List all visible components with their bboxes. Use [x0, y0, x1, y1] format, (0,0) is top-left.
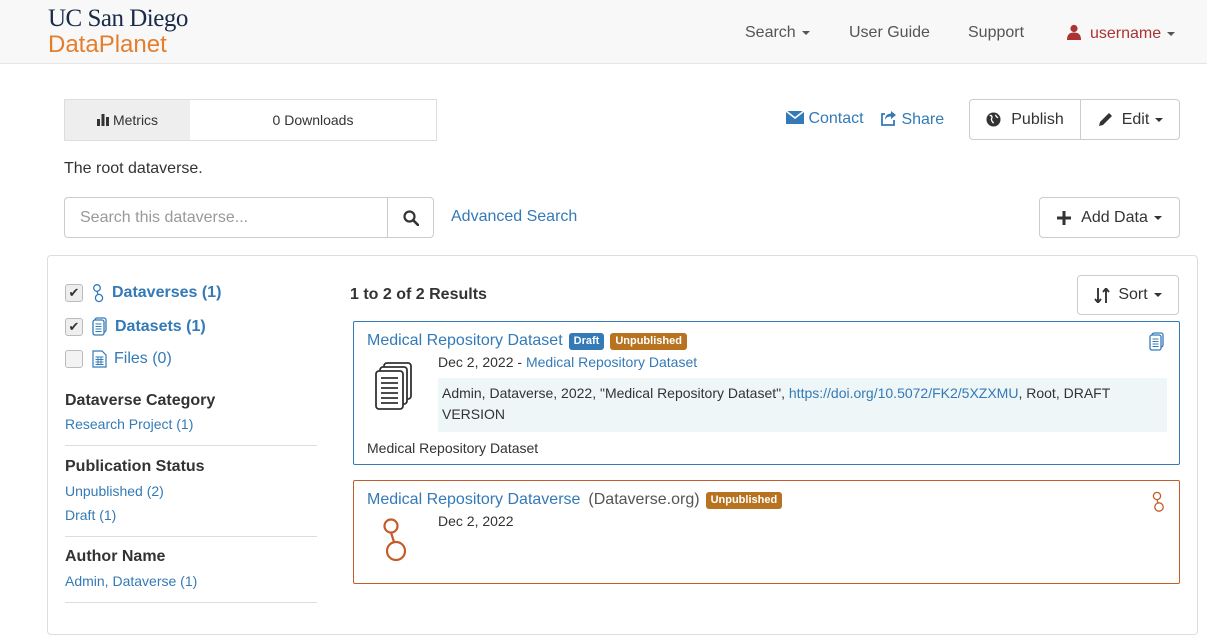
add-data-label: Add Data [1081, 208, 1148, 226]
chevron-down-icon [1155, 117, 1164, 122]
result-title-row: Medical Repository Dataverse (Dataverse.… [367, 491, 783, 509]
bar-chart-icon [96, 114, 109, 126]
dataverse-large-icon [381, 516, 411, 569]
facet-dataverses-label: Dataverses (1) [112, 284, 222, 301]
navbar: UC San Diego DataPlanet Search User Guid… [0, 0, 1207, 64]
facet-link-author-admin[interactable]: Admin, Dataverse (1) [65, 573, 197, 589]
unpublished-badge: Unpublished [610, 332, 687, 350]
pencil-icon [1098, 112, 1112, 126]
dataset-icon [1149, 332, 1165, 355]
chevron-down-icon [1167, 31, 1176, 36]
metrics-label: Metrics [112, 112, 159, 128]
facet-divider [65, 536, 317, 537]
sort-button[interactable]: Sort [1077, 275, 1179, 315]
username-label: username [1090, 25, 1162, 42]
share-label: Share [901, 111, 945, 128]
result-affiliation: (Dataverse.org) [588, 491, 700, 508]
share-button[interactable]: Share [881, 110, 944, 129]
date-separator: - [513, 354, 526, 370]
result-card-dataset: Medical Repository Dataset Draft Unpubli… [353, 321, 1180, 465]
chevron-down-icon [801, 30, 810, 35]
checkbox-unchecked[interactable] [65, 350, 83, 368]
result-date: Dec 2, 2022 [438, 513, 514, 529]
search-input[interactable] [64, 197, 388, 238]
chevron-down-icon [1153, 215, 1162, 220]
result-title-link[interactable]: Medical Repository Dataset [367, 332, 563, 350]
advanced-search-link[interactable]: Advanced Search [451, 208, 577, 226]
facet-files[interactable]: Files (0) [65, 350, 172, 368]
results-count: 1 to 2 of 2 Results [350, 286, 487, 303]
file-icon [92, 350, 107, 368]
edit-button[interactable]: Edit [1081, 99, 1180, 140]
publish-button[interactable]: Publish [969, 99, 1081, 140]
metrics-block: Metrics 0 Downloads [64, 99, 437, 141]
facet-title-author-name: Author Name [65, 548, 166, 565]
result-card-dataverse: Medical Repository Dataverse (Dataverse.… [353, 480, 1180, 584]
nav-user-guide[interactable]: User Guide [849, 24, 930, 42]
facet-title-category: Dataverse Category [65, 392, 216, 409]
facet-datasets[interactable]: ✔ Datasets (1) [65, 317, 206, 337]
brand-bottom: DataPlanet [48, 31, 167, 58]
checkbox-checked[interactable]: ✔ [65, 318, 83, 336]
facet-link-unpublished[interactable]: Unpublished (2) [65, 483, 164, 499]
result-summary: Medical Repository Dataset [367, 440, 539, 456]
dataset-large-icon [375, 362, 413, 413]
contact-button[interactable]: Contact [785, 110, 864, 128]
globe-icon [986, 112, 1001, 127]
metrics-label-cell: Metrics [65, 100, 190, 140]
envelope-icon [785, 110, 805, 124]
dataverse-description: The root dataverse. [64, 160, 203, 177]
share-icon [881, 111, 896, 126]
brand-logo[interactable]: UC San Diego DataPlanet [48, 6, 188, 58]
facet-divider [65, 445, 317, 446]
result-date-line: Dec 2, 2022 - Medical Repository Dataset [438, 354, 697, 370]
facet-link-research-project[interactable]: Research Project (1) [65, 416, 193, 432]
nav-support[interactable]: Support [968, 24, 1024, 42]
search-button[interactable] [387, 197, 434, 238]
citation-block: Admin, Dataverse, 2022, "Medical Reposit… [438, 378, 1167, 432]
brand-top: UC San Diego [48, 5, 188, 32]
add-data-button[interactable]: Add Data [1039, 197, 1180, 238]
chevron-down-icon [1153, 293, 1162, 297]
dataverse-icon [1152, 491, 1165, 516]
dataverse-icon [92, 283, 105, 303]
plus-icon [1057, 210, 1072, 225]
citation-doi-link[interactable]: https://doi.org/10.5072/FK2/5XZXMU [789, 385, 1019, 401]
checkbox-checked[interactable]: ✔ [65, 284, 83, 302]
result-title-link[interactable]: Medical Repository Dataverse [367, 491, 580, 509]
sort-icon [1094, 287, 1111, 303]
publish-label: Publish [1011, 110, 1064, 128]
result-parent-link[interactable]: Medical Repository Dataset [526, 354, 697, 370]
facet-files-label: Files (0) [114, 350, 172, 367]
nav-user-menu[interactable]: username [1066, 24, 1176, 43]
dataset-icon [92, 317, 108, 337]
facet-datasets-label: Datasets (1) [115, 318, 206, 335]
user-icon [1067, 24, 1081, 40]
facet-link-draft[interactable]: Draft (1) [65, 507, 116, 523]
downloads-count: 0 Downloads [272, 112, 354, 128]
result-date: Dec 2, 2022 [438, 354, 514, 370]
nav-search-menu[interactable]: Search [745, 24, 810, 42]
unpublished-badge: Unpublished [705, 491, 783, 509]
result-title-row: Medical Repository Dataset Draft Unpubli… [367, 332, 687, 350]
draft-badge: Draft [568, 332, 605, 350]
edit-label: Edit [1121, 110, 1150, 128]
search-icon [402, 209, 419, 226]
citation-prefix: Admin, Dataverse, 2022, "Medical Reposit… [442, 385, 789, 401]
facet-divider [65, 602, 317, 603]
facet-title-publication-status: Publication Status [65, 458, 205, 475]
nav-search-label: Search [745, 24, 796, 41]
sort-label: Sort [1118, 286, 1148, 303]
contact-label: Contact [808, 110, 864, 127]
facet-dataverses[interactable]: ✔ Dataverses (1) [65, 283, 221, 303]
